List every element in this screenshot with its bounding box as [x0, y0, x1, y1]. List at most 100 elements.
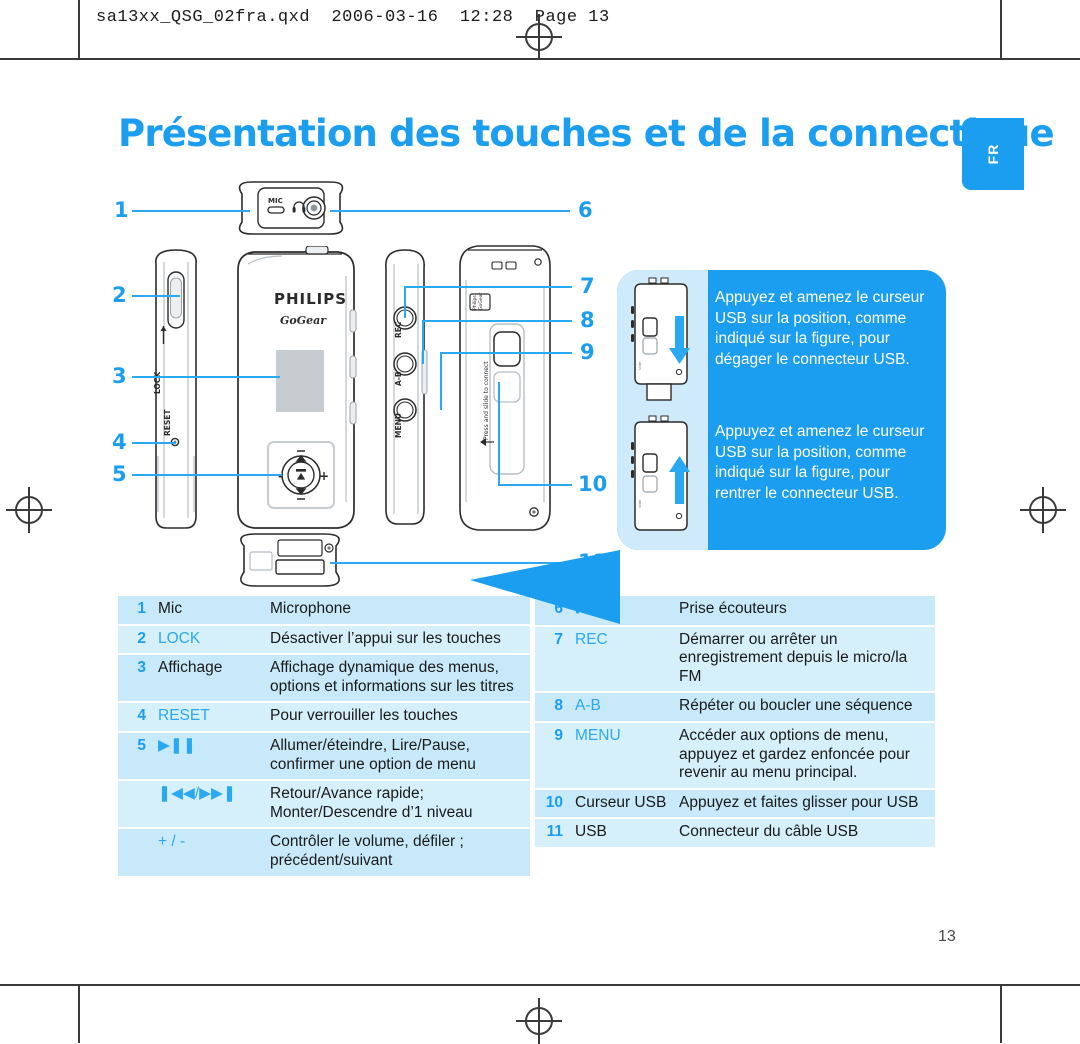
callout-illustration-column: slide slide	[617, 270, 708, 550]
svg-text:MENU: MENU	[394, 413, 403, 438]
table-row: 5 ▶❚❚ Allumer/éteindre, Lire/Pause, conf…	[118, 731, 530, 782]
row-description: Appuyez et faites glisser pour USB	[673, 788, 935, 820]
row-key: MENU	[569, 721, 673, 790]
svg-text:MIC: MIC	[268, 197, 283, 205]
device-back-view: Philips GoGear Press and slide to connec…	[459, 245, 551, 531]
table-row: ❚◀◀/▶▶❚ Retour/Avance rapide; Monter/Des…	[118, 780, 530, 830]
callout-number-1: 1	[114, 198, 129, 222]
row-number: 10	[535, 788, 569, 820]
svg-text:slide: slide	[638, 361, 642, 370]
row-key: Affichage	[152, 654, 264, 704]
row-number	[118, 828, 152, 878]
row-number	[118, 780, 152, 830]
callout-number-7: 7	[580, 274, 595, 298]
svg-text:RESET: RESET	[163, 409, 172, 436]
svg-text:PHILIPS: PHILIPS	[274, 290, 347, 308]
row-description: Connecteur du câble USB	[673, 818, 935, 849]
row-number: 7	[535, 625, 569, 694]
svg-text:Press and slide to connect: Press and slide to connect	[483, 361, 490, 440]
leader-line-9	[440, 352, 572, 354]
page-title: Présentation des touches et de la connec…	[118, 112, 1055, 155]
row-key: USB	[569, 818, 673, 849]
device-left-side-view: LOCK RESET	[153, 249, 197, 529]
row-description: Répéter ou boucler une séquence	[673, 692, 935, 723]
row-key: LOCK	[152, 624, 264, 656]
callout-illustration-retract: slide	[631, 415, 690, 531]
crop-mark-top-left-v	[78, 0, 80, 58]
table-row: 11 USB Connecteur du câble USB	[535, 818, 935, 849]
leader-line-7	[404, 286, 572, 288]
device-front-view: PHILIPS GoGear - +	[237, 246, 357, 529]
row-description: Désactiver l’appui sur les touches	[264, 624, 530, 656]
callout-number-3: 3	[112, 364, 127, 388]
leader-line-10	[498, 484, 572, 486]
leader-line-6	[330, 210, 570, 212]
callout-number-8: 8	[580, 308, 595, 332]
callout-number-10: 10	[578, 472, 608, 496]
legend-table-left: 1 Mic Microphone 2 LOCK Désactiver l’app…	[118, 596, 530, 878]
callout-text-retract: Appuyez et amenez le curseur USB sur la …	[715, 423, 925, 502]
svg-text:REC: REC	[394, 321, 403, 338]
skip-prev-next-icon: ❚◀◀/▶▶❚	[152, 780, 264, 830]
leader-line-9-v	[440, 352, 442, 410]
callout-number-4: 4	[112, 430, 127, 454]
svg-text:LOCK: LOCK	[153, 371, 162, 394]
row-number: 2	[118, 624, 152, 656]
svg-text:GoGear: GoGear	[280, 314, 327, 327]
row-number: 1	[118, 596, 152, 626]
callout-wedge	[470, 550, 620, 624]
svg-text:GoGear: GoGear	[478, 292, 484, 310]
registration-mark-top	[516, 14, 562, 60]
leader-line-10-v	[498, 382, 500, 484]
crop-mark-bottom-left-v	[78, 985, 80, 1043]
table-row: + / - Contrôler le volume, défiler ; pré…	[118, 828, 530, 878]
leader-line-3	[132, 376, 280, 378]
leader-line-8-v	[422, 320, 424, 364]
registration-mark-bottom	[516, 998, 562, 1044]
row-key: RESET	[152, 702, 264, 733]
callout-number-6: 6	[578, 198, 593, 222]
table-row: 4 RESET Pour verrouiller les touches	[118, 702, 530, 733]
table-row: 7 REC Démarrer ou arrêter un enregistrem…	[535, 625, 935, 694]
crop-mark-bottom-right-v	[1000, 985, 1002, 1043]
row-description: Retour/Avance rapide; Monter/Descendre d…	[264, 780, 530, 830]
svg-text:Philips: Philips	[472, 295, 478, 310]
legend-table-right: 6 Prise écouteurs 7 REC Démarrer ou arrê…	[535, 596, 935, 849]
row-number: 3	[118, 654, 152, 704]
row-key: Mic	[152, 596, 264, 626]
usb-callout-box: slide slide Appuyez et amenez le curseur…	[617, 270, 946, 550]
leader-line-5	[132, 474, 282, 476]
leader-line-8	[422, 320, 572, 322]
table-row: 8 A-B Répéter ou boucler une séquence	[535, 692, 935, 723]
svg-text:+: +	[319, 469, 329, 483]
leader-line-2	[132, 295, 180, 297]
row-description: Affichage dynamique des menus, options e…	[264, 654, 530, 704]
row-description: Pour verrouiller les touches	[264, 702, 530, 733]
row-description: Démarrer ou arrêter un enregistrement de…	[673, 625, 935, 694]
row-key: + / -	[152, 828, 264, 878]
row-description: Contrôler le volume, défiler ; précédent…	[264, 828, 530, 878]
row-number: 9	[535, 721, 569, 790]
row-number: 5	[118, 731, 152, 782]
row-description: Prise écouteurs	[673, 596, 935, 627]
row-key: REC	[569, 625, 673, 694]
callout-text-release: Appuyez et amenez le curseur USB sur la …	[715, 289, 925, 368]
table-row: 10 Curseur USB Appuyez et faites glisser…	[535, 788, 935, 820]
row-key: A-B	[569, 692, 673, 723]
crop-mark-top-right-v	[1000, 0, 1002, 58]
callout-number-9: 9	[580, 340, 595, 364]
language-tab-label: FR	[985, 143, 1001, 165]
row-description: Allumer/éteindre, Lire/Pause, confirmer …	[264, 731, 530, 782]
play-pause-icon: ▶❚❚	[152, 731, 264, 782]
table-row: 2 LOCK Désactiver l’appui sur les touche…	[118, 624, 530, 656]
row-number: 8	[535, 692, 569, 723]
callout-number-2: 2	[112, 283, 127, 307]
svg-text:-: -	[278, 469, 283, 483]
leader-line-4	[132, 442, 176, 444]
leader-line-1	[132, 210, 250, 212]
table-row: 9 MENU Accéder aux options de menu, appu…	[535, 721, 935, 790]
crop-mark-bottom-rule	[0, 984, 1080, 986]
table-row: 3 Affichage Affichage dynamique des menu…	[118, 654, 530, 704]
svg-text:slide: slide	[638, 499, 642, 508]
device-bottom-view	[240, 533, 340, 587]
